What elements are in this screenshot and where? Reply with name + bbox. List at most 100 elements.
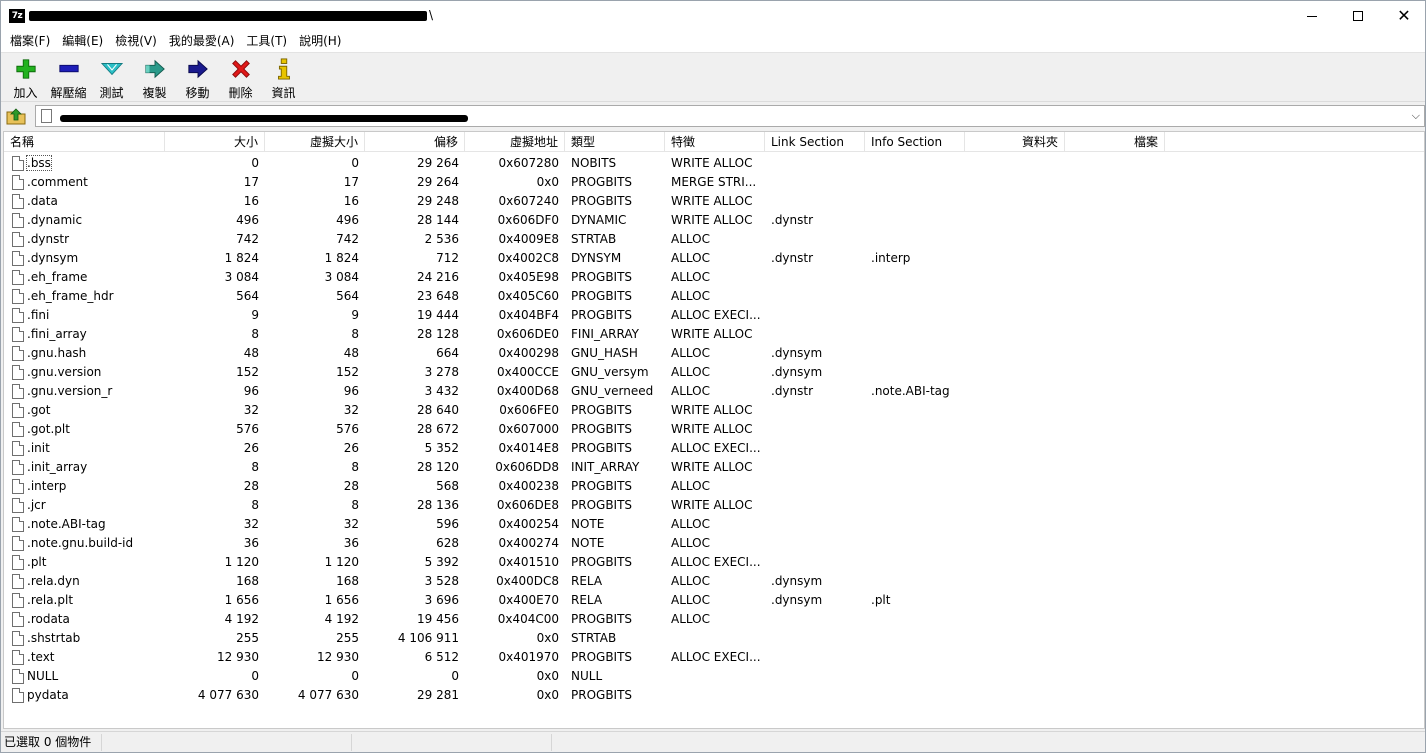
- col-link-section[interactable]: Link Section: [765, 132, 865, 152]
- list-item[interactable]: .eh_frame_hdr 564 564 23 648 0x405C60 PROGBIT…: [4, 287, 1424, 306]
- test-button[interactable]: 測試: [90, 53, 133, 101]
- list-item[interactable]: .init 26 26 5 352 0x4014E8 PROGBITS ALLOC EXEC…: [4, 439, 1424, 458]
- list-item[interactable]: .rela.dyn 168 168 3 528 0x400DC8 RELA ALLOC .dy…: [4, 572, 1424, 591]
- list-item[interactable]: .data 16 16 29 248 0x607240 PROGBITS WRITE ALL…: [4, 192, 1424, 211]
- list-item[interactable]: .shstrtab 255 255 4 106 911 0x0 STRTAB: [4, 629, 1424, 648]
- col-folders[interactable]: 資料夾: [965, 132, 1065, 152]
- cell-virtual-size: 9: [351, 308, 359, 322]
- info-button[interactable]: 資訊: [262, 53, 305, 101]
- list-item[interactable]: .gnu.hash 48 48 664 0x400298 GNU_HASH ALLOC .dy…: [4, 344, 1424, 363]
- cell-name: .gnu.version: [24, 363, 165, 382]
- item-name-text: .gnu.hash: [27, 346, 87, 360]
- cell-virtual-address: 0x401970: [498, 650, 559, 664]
- list-item[interactable]: .fini 9 9 19 444 0x404BF4 PROGBITS ALLOC EXECI…: [4, 306, 1424, 325]
- cell-offset: 5 352: [424, 441, 459, 455]
- col-type[interactable]: 類型: [565, 132, 665, 152]
- folder-up-icon[interactable]: [5, 106, 27, 126]
- cell-link-section: [765, 629, 865, 648]
- list-item[interactable]: .got 32 32 28 640 0x606FE0 PROGBITS WRITE ALLO…: [4, 401, 1424, 420]
- col-size[interactable]: 大小: [165, 132, 265, 152]
- cell-info-section: .interp: [871, 251, 911, 265]
- menu-tools[interactable]: 工具(T): [240, 32, 293, 51]
- chevron-down-icon[interactable]: ⌵: [1412, 109, 1420, 123]
- list-item[interactable]: .text 12 930 12 930 6 512 0x401970 PROGBITS AL…: [4, 648, 1424, 667]
- file-icon: [12, 669, 24, 684]
- title-redacted-path: [29, 11, 427, 21]
- list-item[interactable]: .plt 1 120 1 120 5 392 0x401510 PROGBITS ALLOC…: [4, 553, 1424, 572]
- maximize-button[interactable]: [1335, 1, 1381, 31]
- list-item[interactable]: .note.gnu.build-id 36 36 628 0x400274 NOTE ALL…: [4, 534, 1424, 553]
- cell-info-section: [865, 610, 965, 629]
- cell-virtual-size: 17: [343, 175, 359, 189]
- item-name-text: .bss: [26, 155, 52, 171]
- cell-type: PROGBITS: [571, 175, 633, 189]
- cell-virtual-address: 0x4014E8: [498, 441, 560, 455]
- cell-offset: 29 248: [417, 194, 459, 208]
- cell-size: 576: [236, 422, 259, 436]
- list-item[interactable]: .note.ABI-tag 32 32 596 0x400254 NOTE ALLOC: [4, 515, 1424, 534]
- list-item[interactable]: .comment 17 17 29 264 0x0 PROGBITS MERGE STRI.…: [4, 173, 1424, 192]
- cell-virtual-address: 0x607000: [498, 422, 559, 436]
- minimize-button[interactable]: [1289, 1, 1335, 31]
- extract-button[interactable]: 解壓縮: [47, 53, 90, 101]
- item-name-text: .interp: [27, 479, 67, 493]
- menu-favorites[interactable]: 我的最愛(A): [163, 32, 241, 51]
- list-item[interactable]: pydata 4 077 630 4 077 630 29 281 0x0 PROGBIT…: [4, 686, 1424, 705]
- menu-view[interactable]: 檢視(V): [109, 32, 163, 51]
- file-icon: [12, 308, 24, 323]
- list-item[interactable]: .gnu.version_r 96 96 3 432 0x400D68 GNU_verne…: [4, 382, 1424, 401]
- cell-characteristics: MERGE STRI...: [671, 175, 757, 189]
- cell-link-section: .dynsym: [771, 365, 823, 379]
- list-item[interactable]: .dynstr 742 742 2 536 0x4009E8 STRTAB ALLOC: [4, 230, 1424, 249]
- check-icon: [100, 63, 123, 76]
- cell-name: .rodata: [24, 610, 165, 629]
- list-item[interactable]: .rela.plt 1 656 1 656 3 696 0x400E70 RELA ALLO…: [4, 591, 1424, 610]
- list-item[interactable]: .dynamic 496 496 28 144 0x606DF0 DYNAMIC WRITE…: [4, 211, 1424, 230]
- cell-name: .eh_frame_hdr: [24, 287, 165, 306]
- cell-characteristics: ALLOC: [671, 536, 710, 550]
- menu-file[interactable]: 檔案(F): [4, 32, 56, 51]
- col-characteristics[interactable]: 特徵: [665, 132, 765, 152]
- list-item[interactable]: .init_array 8 8 28 120 0x606DD8 INIT_ARRAY WRI…: [4, 458, 1424, 477]
- add-button[interactable]: 加入: [4, 53, 47, 101]
- menu-help[interactable]: 說明(H): [293, 32, 347, 51]
- col-files[interactable]: 檔案: [1065, 132, 1165, 152]
- col-offset[interactable]: 偏移: [365, 132, 465, 152]
- title-bar[interactable]: 7z \ ✕: [1, 1, 1425, 31]
- cell-offset: 712: [436, 251, 459, 265]
- close-button[interactable]: ✕: [1381, 1, 1425, 31]
- cell-name: .data: [24, 192, 165, 211]
- cell-size: 26: [243, 441, 259, 455]
- cell-name: .jcr: [24, 496, 165, 515]
- list-item[interactable]: .jcr 8 8 28 136 0x606DE8 PROGBITS WRITE ALLOC: [4, 496, 1424, 515]
- list-item[interactable]: .got.plt 576 576 28 672 0x607000 PROGBITS WRIT…: [4, 420, 1424, 439]
- list-item[interactable]: .rodata 4 192 4 192 19 456 0x404C00 PROGBITS A…: [4, 610, 1424, 629]
- menu-edit[interactable]: 編輯(E): [56, 32, 109, 51]
- col-name[interactable]: 名稱: [4, 132, 165, 152]
- cell-link-section: [765, 401, 865, 420]
- cell-size: 36: [243, 536, 259, 550]
- list-item[interactable]: .dynsym 1 824 1 824 712 0x4002C8 DYNSYM ALLOC.…: [4, 249, 1424, 268]
- list-item[interactable]: .gnu.version 152 152 3 278 0x400CCE GNU_versy…: [4, 363, 1424, 382]
- list-item[interactable]: .bss 0 0 29 264 0x607280 NOBITS WRITE ALLOC: [4, 154, 1424, 173]
- path-combobox[interactable]: ⌵: [35, 105, 1425, 127]
- copy-button[interactable]: 複製: [133, 53, 176, 101]
- cell-virtual-address: 0x400238: [498, 479, 559, 493]
- file-icon: [12, 612, 24, 627]
- list-item[interactable]: .eh_frame 3 084 3 084 24 216 0x405E98 PROGBIT…: [4, 268, 1424, 287]
- list-item[interactable]: NULL 0 0 0 0x0 NULL: [4, 667, 1424, 686]
- cell-characteristics: WRITE ALLOC: [671, 498, 753, 512]
- item-name-text: .note.gnu.build-id: [27, 536, 134, 550]
- col-virtual-address[interactable]: 虛擬地址: [465, 132, 565, 152]
- col-info-section[interactable]: Info Section: [865, 132, 965, 152]
- move-button[interactable]: 移動: [176, 53, 219, 101]
- list-item[interactable]: .interp 28 28 568 0x400238 PROGBITS ALLOC: [4, 477, 1424, 496]
- app-logo-icon[interactable]: 7z: [9, 9, 25, 23]
- col-virtual-size[interactable]: 虛擬大小: [265, 132, 365, 152]
- cell-virtual-address: 0x606FE0: [499, 403, 559, 417]
- file-list[interactable]: 名稱 大小 虛擬大小 偏移 虛擬地址 類型 特徵 Link Section In…: [3, 131, 1425, 729]
- list-item[interactable]: .fini_array 8 8 28 128 0x606DE0 FINI_ARRAY WRI…: [4, 325, 1424, 344]
- delete-button[interactable]: 刪除: [219, 53, 262, 101]
- status-modified: [352, 734, 552, 751]
- cell-size: 96: [243, 384, 259, 398]
